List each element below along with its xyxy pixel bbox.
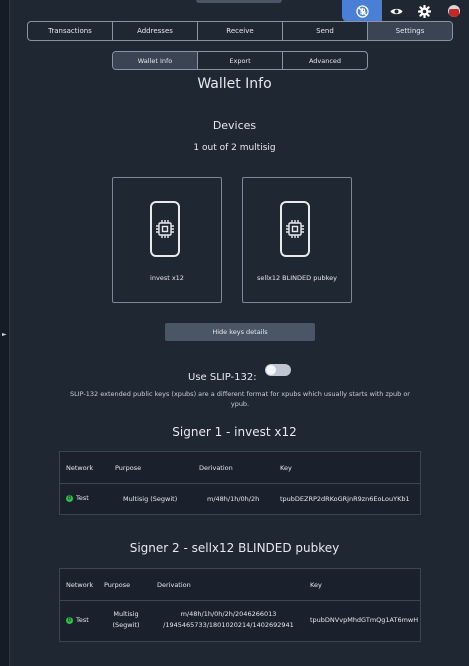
device-chip-icon [156,220,174,238]
column-purpose: Purpose [115,464,142,472]
device-card-invest[interactable]: invest x12 [112,177,222,303]
tab-addresses[interactable]: Addresses [113,22,198,40]
column-network: Network [66,464,94,472]
column-purpose: Purpose [104,581,131,589]
tab-transactions[interactable]: Transactions [28,22,113,40]
device-label: sellx12 BLINDED pubkey [257,274,337,282]
derivation-line-2: /1945465733/1801020214/1402692941 [163,621,294,629]
key-value[interactable]: tpubDEZRP2dRKoGRjnR9zn6EoLouYKb1 [280,495,410,503]
hide-keys-button[interactable]: Hide keys details [165,323,315,341]
network-cell: ₿ Test [66,616,89,624]
network-cell: ₿ Test [66,494,89,502]
signer-2-table: Network Purpose Derivation Key ₿ Test Mul… [59,568,421,642]
left-sidebar: ► [0,0,10,666]
signer-2-title: Signer 2 - sellx12 BLINDED pubkey [129,541,340,555]
column-key: Key [310,581,322,589]
table-header [60,452,420,484]
network-value: Test [76,494,89,502]
column-derivation: Derivation [157,581,191,589]
user-avatar-button[interactable] [442,0,466,22]
gear-icon [417,4,431,18]
top-toolbar [342,0,469,22]
slip-toggle[interactable] [265,364,291,376]
devices-heading: Devices [212,119,257,132]
purpose-line-1: Multisig [113,610,139,618]
main-nav: Transactions Addresses Receive Send Sett… [27,21,453,41]
key-value[interactable]: tpubDNVvpMhdGTmQg1AT6mwH [310,616,418,624]
avatar-icon [448,5,460,17]
derivation-line-1: m/48h/1h/0h/2h/2046266013 [180,610,277,618]
purpose-value: Multisig (Segwit) [106,609,146,631]
column-network: Network [66,581,94,589]
tab-send[interactable]: Send [283,22,368,40]
derivation-value: m/48h/1h/0h/2h/2046266013 /1945465733/18… [156,609,301,631]
signer-1-table: Network Purpose Derivation Key ₿ Test Mul… [59,451,421,515]
slip-description: SLIP-132 extended public keys (xpubs) ar… [70,390,410,408]
eye-button[interactable] [384,0,408,22]
hide-balance-icon [355,4,369,18]
page-title: Wallet Info [197,76,272,92]
settings-subnav: Wallet Info Export Advanced [112,51,368,70]
tab-receive[interactable]: Receive [198,22,283,40]
network-value: Test [76,616,89,624]
purpose-line-2: (Segwit) [112,621,140,629]
settings-button[interactable] [412,0,436,22]
device-chip-icon [286,220,304,238]
device-label: invest x12 [150,274,184,282]
column-derivation: Derivation [199,464,233,472]
top-pull-tab[interactable] [196,0,282,3]
eye-icon [390,8,402,14]
column-key: Key [280,464,292,472]
subtab-wallet-info[interactable]: Wallet Info [113,52,198,69]
derivation-value: m/48h/1h/0h/2h [207,495,260,503]
hide-balance-button[interactable] [342,0,382,22]
sidebar-expand-icon[interactable]: ► [2,331,7,338]
tab-settings[interactable]: Settings [368,22,452,40]
subtab-export[interactable]: Export [198,52,283,69]
purpose-value: Multisig (Segwit) [123,495,178,503]
slip-label: Use SLIP-132: [188,372,257,383]
bitcoin-test-badge-icon: ₿ [66,616,73,624]
signer-1-title: Signer 1 - invest x12 [172,425,297,439]
device-card-sellx12[interactable]: sellx12 BLINDED pubkey [242,177,352,303]
device-phone-icon [150,201,180,257]
subtab-advanced[interactable]: Advanced [283,52,367,69]
device-phone-icon [280,201,310,257]
multisig-summary: 1 out of 2 multisig [193,143,276,153]
bitcoin-test-badge-icon: ₿ [66,494,73,502]
